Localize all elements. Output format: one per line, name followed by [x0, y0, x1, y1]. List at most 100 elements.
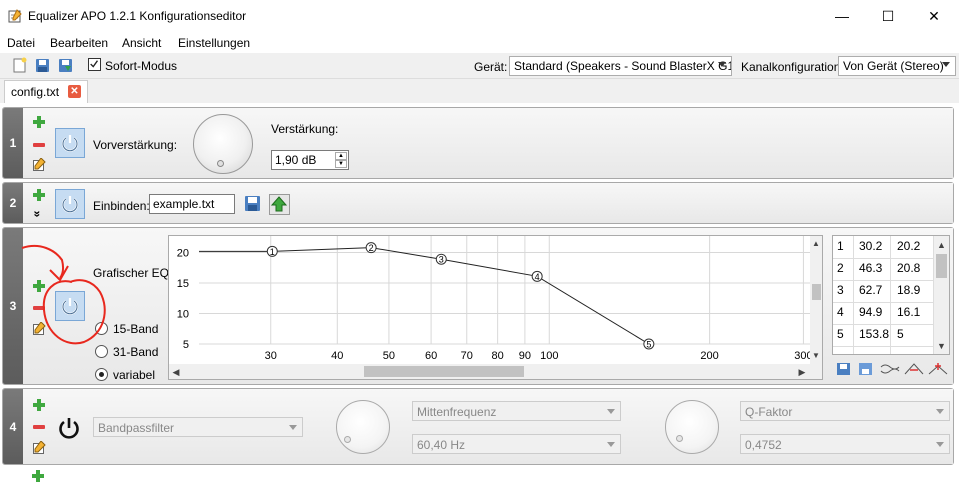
table-cell-gain[interactable]: 18.9	[897, 283, 920, 297]
x-tick-label: 70	[461, 350, 473, 362]
reset-eq-icon[interactable]	[928, 362, 948, 376]
load-eq-icon[interactable]	[858, 362, 874, 376]
horizontal-scrollbar-thumb[interactable]	[364, 366, 524, 377]
spin-down-icon[interactable]: ▼	[335, 160, 347, 168]
new-file-icon[interactable]	[11, 57, 28, 74]
knob-indicator	[344, 436, 351, 443]
row-number[interactable]: 4	[3, 389, 23, 464]
include-label: Einbinden:	[93, 199, 150, 213]
eq-graph[interactable]: 20 15 10 5 30 40 50 60 70 80 90 100 200 300 1 2 3 4 5 ▲ ▼ ◀ ▶	[168, 235, 823, 380]
scroll-up-icon[interactable]: ▲	[812, 239, 820, 248]
save-eq-icon[interactable]	[836, 362, 852, 376]
eq-graph-canvas[interactable]: 20 15 10 5 30 40 50 60 70 80 90 100 200 300 1 2 3 4 5 ▲ ▼ ◀ ▶	[169, 236, 822, 379]
tab-config-txt[interactable]: config.txt ✕	[4, 80, 88, 103]
power-toggle-button[interactable]	[55, 189, 85, 219]
gain-label: Verstärkung:	[271, 122, 339, 136]
scroll-down-icon[interactable]: ▼	[812, 351, 820, 360]
maximize-button[interactable]: ☐	[865, 0, 911, 32]
menu-datei[interactable]: Datei	[7, 36, 35, 50]
preamp-label: Vorverstärkung:	[93, 138, 178, 152]
minimize-icon: —	[835, 8, 849, 24]
table-cell-frequency[interactable]: 94.9	[859, 305, 882, 319]
menu-bearbeiten[interactable]: Bearbeiten	[50, 36, 108, 50]
add-filter-icon[interactable]	[33, 399, 45, 411]
edit-icon[interactable]	[33, 158, 46, 171]
band-15-radio[interactable]	[95, 322, 108, 335]
close-button[interactable]: ✕	[911, 0, 957, 32]
power-icon	[61, 196, 79, 213]
band-31-radio[interactable]	[95, 345, 108, 358]
remove-filter-icon[interactable]	[33, 306, 45, 310]
add-filter-icon[interactable]	[33, 280, 45, 292]
normalize-eq-icon[interactable]	[904, 362, 924, 376]
table-cell-frequency[interactable]: 46.3	[859, 261, 882, 275]
add-filter-icon[interactable]	[33, 189, 45, 201]
row-number[interactable]: 1	[3, 108, 23, 178]
center-frequency-label-select[interactable]: Mittenfrequenz	[412, 401, 621, 421]
save-icon[interactable]	[34, 57, 51, 74]
table-cell-frequency[interactable]: 62.7	[859, 283, 882, 297]
channel-config-select[interactable]: Von Gerät (Stereo)	[838, 56, 956, 76]
row-number[interactable]: 2	[3, 183, 23, 223]
power-icon[interactable]	[57, 416, 81, 440]
q-factor-label-select[interactable]: Q-Faktor	[740, 401, 950, 421]
window-title: Equalizer APO 1.2.1 Konfigurationseditor	[28, 9, 247, 23]
add-filter-icon[interactable]	[33, 116, 45, 128]
table-cell-gain[interactable]: 20.2	[897, 239, 920, 253]
table-cell-gain[interactable]: 16.1	[897, 305, 920, 319]
remove-filter-icon[interactable]	[33, 143, 45, 147]
scroll-down-icon[interactable]: ▼	[935, 339, 948, 352]
spin-up-icon[interactable]: ▲	[335, 152, 347, 160]
scroll-right-icon[interactable]: ▶	[799, 367, 806, 377]
include-file-value: example.txt	[153, 197, 215, 211]
q-factor-spinbox[interactable]: 0,4752	[740, 434, 950, 454]
open-editor-icon[interactable]	[269, 194, 290, 215]
include-file-input[interactable]: example.txt	[149, 194, 235, 214]
band-31-label: 31-Band	[113, 345, 159, 359]
chevron-down-icon	[289, 425, 297, 430]
variable-radio[interactable]	[95, 368, 108, 381]
edit-icon[interactable]	[33, 322, 46, 335]
preamp-knob[interactable]	[193, 114, 253, 174]
row-number[interactable]: 3	[3, 228, 23, 384]
power-toggle-button[interactable]	[55, 291, 85, 321]
table-cell-gain[interactable]: 5	[897, 327, 904, 341]
scrollbar-thumb[interactable]	[936, 254, 947, 278]
eq-band-table[interactable]: 1 30.2 20.2 2 46.3 20.8 3 62.7 18.9 4 94.9 16.1 5 153…	[832, 235, 950, 355]
scroll-left-icon[interactable]: ◀	[173, 367, 180, 377]
tab-close-icon[interactable]: ✕	[68, 85, 81, 98]
scroll-up-icon[interactable]: ▲	[935, 238, 948, 251]
center-frequency-spinbox[interactable]: 60,40 Hz	[412, 434, 621, 454]
vertical-scrollbar-thumb[interactable]	[812, 284, 821, 300]
expand-icon[interactable]: »	[30, 211, 44, 218]
channel-config-label: Kanalkonfiguration:	[741, 60, 844, 74]
y-tick-label: 10	[177, 309, 189, 321]
instant-mode-checkbox[interactable]	[88, 58, 101, 71]
menu-einstellungen[interactable]: Einstellungen	[178, 36, 250, 50]
menu-ansicht[interactable]: Ansicht	[122, 36, 161, 50]
filter-type-select[interactable]: Bandpassfilter	[93, 417, 303, 437]
center-frequency-knob[interactable]	[336, 400, 390, 454]
chevron-down-icon	[607, 409, 615, 414]
q-factor-knob[interactable]	[665, 400, 719, 454]
table-cell-gain[interactable]: 20.8	[897, 261, 920, 275]
open-file-icon[interactable]	[243, 194, 262, 213]
x-tick-label: 80	[492, 350, 504, 362]
table-cell-frequency[interactable]: 153.8	[859, 327, 889, 341]
invert-eq-icon[interactable]	[880, 362, 900, 376]
x-tick-label: 200	[700, 350, 718, 362]
table-scrollbar[interactable]: ▲ ▼	[933, 236, 949, 354]
save-as-icon[interactable]	[57, 57, 74, 74]
add-filter-icon[interactable]	[32, 470, 44, 482]
chevron-down-icon	[718, 62, 726, 67]
power-toggle-button[interactable]	[55, 128, 85, 158]
gain-spinbox[interactable]: 1,90 dB ▲ ▼	[271, 150, 349, 170]
table-column-divider	[890, 236, 891, 354]
device-select[interactable]: Standard (Speakers - Sound BlasterX G1)	[509, 56, 732, 76]
minimize-button[interactable]: —	[819, 0, 865, 32]
table-cell-frequency[interactable]: 30.2	[859, 239, 882, 253]
edit-icon[interactable]	[33, 441, 46, 454]
checkmark-icon	[90, 60, 99, 68]
eq-point-label: 1	[270, 247, 275, 257]
remove-filter-icon[interactable]	[33, 425, 45, 429]
